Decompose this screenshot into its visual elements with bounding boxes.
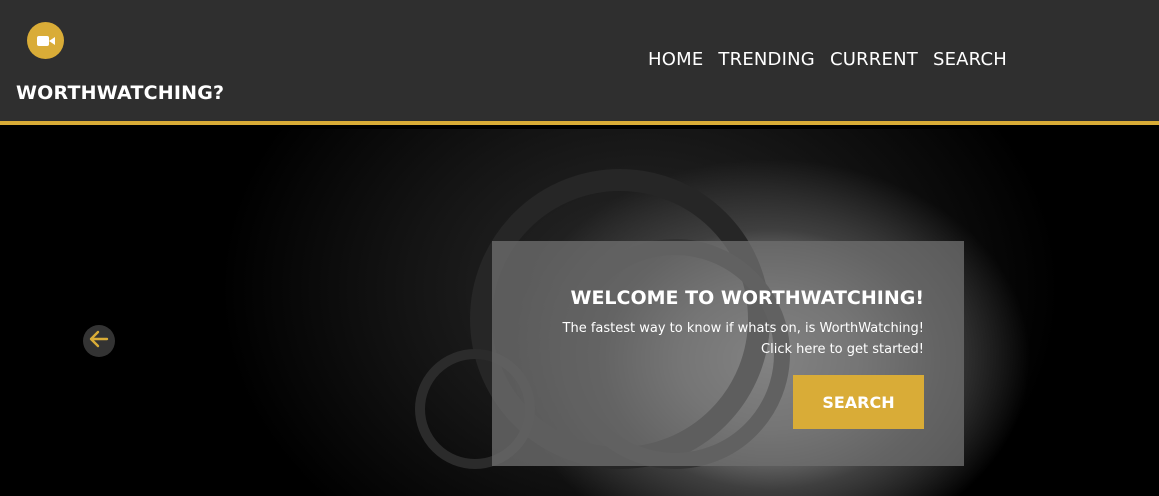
hero-carousel: WELCOME TO WORTHWATCHING! The fastest wa… — [0, 129, 1159, 496]
welcome-title: WELCOME TO WORTHWATCHING! — [570, 287, 925, 309]
video-camera-icon[interactable] — [27, 22, 64, 59]
welcome-line-1: The fastest way to know if whats on, is … — [562, 321, 924, 336]
nav-trending[interactable]: TRENDING — [718, 49, 815, 70]
site-header: WORTHWATCHING? HOME TRENDING CURRENT SEA… — [0, 0, 1159, 125]
main-nav: HOME TRENDING CURRENT SEARCH — [648, 49, 1007, 70]
brand-name[interactable]: WORTHWATCHING? — [16, 82, 224, 104]
welcome-text: The fastest way to know if whats on, is … — [494, 318, 924, 360]
welcome-line-2: Click here to get started! — [761, 342, 924, 357]
nav-search[interactable]: SEARCH — [933, 49, 1007, 70]
carousel-prev-button[interactable] — [83, 325, 115, 357]
nav-home[interactable]: HOME — [648, 49, 703, 70]
arrow-left-icon — [89, 330, 109, 352]
search-button[interactable]: SEARCH — [793, 375, 924, 429]
nav-current[interactable]: CURRENT — [830, 49, 918, 70]
welcome-panel: WELCOME TO WORTHWATCHING! The fastest wa… — [492, 241, 964, 466]
